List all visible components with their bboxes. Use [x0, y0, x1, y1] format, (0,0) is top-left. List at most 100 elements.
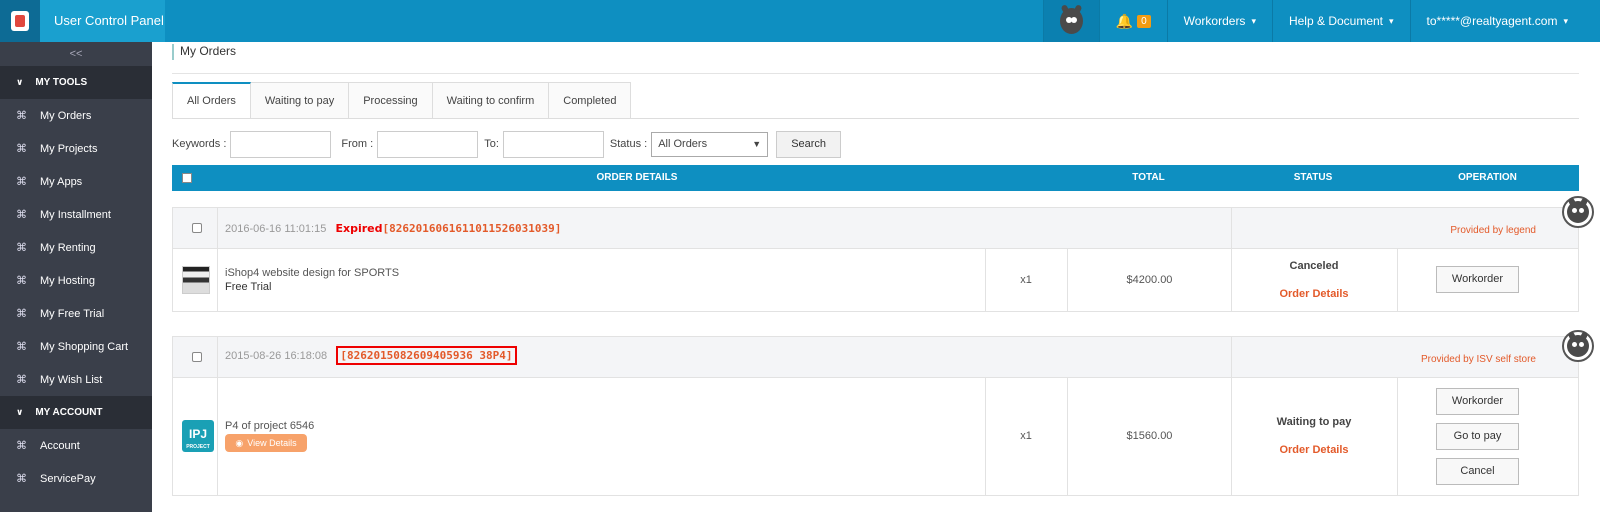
support-chat-button[interactable]	[1562, 196, 1594, 228]
order-id[interactable]: [8262016061611011526031039]	[383, 222, 562, 235]
workorders-label: Workorders	[1183, 14, 1246, 28]
keywords-input[interactable]	[230, 130, 332, 158]
cancel-button[interactable]: Cancel	[1436, 458, 1519, 485]
bell-icon: 🔔	[1115, 12, 1134, 29]
command-icon: ⌘	[16, 176, 27, 188]
sidebar-item-label: My Renting	[40, 241, 96, 254]
order-status: Canceled	[1289, 260, 1339, 272]
notifications-button[interactable]: 🔔 0	[1098, 0, 1167, 42]
app-logo[interactable]	[0, 0, 40, 42]
workorder-button[interactable]: Workorder	[1436, 388, 1519, 415]
workorders-menu[interactable]: Workorders ▾	[1166, 0, 1272, 42]
order-price: $4200.00	[1126, 274, 1173, 286]
order-provider: Provided by legend	[1450, 225, 1536, 236]
status-select[interactable]: All Orders ▼	[651, 131, 769, 157]
sidebar-item-my-shopping-cart[interactable]: ⌘ My Shopping Cart	[0, 330, 152, 363]
product-thumbnail[interactable]: IPJ PROJECT	[182, 420, 214, 452]
support-chat-button[interactable]	[1562, 330, 1594, 362]
command-icon: ⌘	[16, 275, 27, 287]
table-header: ORDER DETAILS TOTAL STATUS OPERATION	[172, 165, 1579, 191]
sidebar-item-my-installment[interactable]: ⌘ My Installment	[0, 198, 152, 231]
from-label: From :	[341, 138, 374, 150]
header-order-details: ORDER DETAILS	[596, 172, 678, 183]
notification-count: 0	[1137, 14, 1151, 28]
divider	[172, 73, 1579, 74]
main-content: My Orders All Orders Waiting to pay Proc…	[152, 42, 1600, 512]
sidebar-item-label: Account	[40, 439, 80, 452]
thumb-subtext: PROJECT	[186, 444, 210, 450]
sidebar-item-label: My Projects	[40, 142, 98, 155]
to-label: To:	[484, 138, 499, 150]
sidebar-item-my-renting[interactable]: ⌘ My Renting	[0, 231, 152, 264]
view-details-label: View Details	[247, 438, 297, 448]
from-date-input[interactable]	[377, 130, 479, 158]
sidebar-item-label: My Shopping Cart	[40, 340, 129, 353]
product-thumbnail[interactable]	[182, 266, 210, 294]
divider	[172, 118, 1579, 119]
tab-completed[interactable]: Completed	[549, 82, 632, 119]
help-label: Help & Document	[1288, 14, 1384, 28]
section-label: MY TOOLS	[35, 77, 88, 88]
product-name[interactable]: P4 of project 6546	[225, 420, 314, 432]
to-date-input[interactable]	[502, 130, 604, 158]
product-name[interactable]: iShop4 website design for SPORTS	[225, 267, 399, 279]
view-details-button[interactable]: ◉ View Details	[225, 434, 307, 452]
order-details-link[interactable]: Order Details	[1231, 444, 1397, 456]
order-qty: x1	[1020, 430, 1032, 442]
sidebar-item-my-wish-list[interactable]: ⌘ My Wish List	[0, 363, 152, 396]
account-email: to*****@realtyagent.com	[1426, 14, 1558, 28]
tab-waiting-to-pay[interactable]: Waiting to pay	[250, 82, 350, 119]
sidebar: << ∨ MY TOOLS ⌘ My Orders ⌘ My Projects ⌘ M…	[0, 42, 152, 512]
order-checkbox[interactable]	[192, 223, 202, 233]
workorder-button[interactable]: Workorder	[1436, 266, 1519, 293]
sidebar-item-my-orders[interactable]: ⌘ My Orders	[0, 99, 152, 132]
order-checkbox[interactable]	[192, 352, 202, 362]
user-avatar[interactable]	[1042, 0, 1099, 42]
logo-icon	[11, 11, 29, 31]
sidebar-item-my-projects[interactable]: ⌘ My Projects	[0, 132, 152, 165]
help-menu[interactable]: Help & Document ▾	[1271, 0, 1410, 42]
command-icon: ⌘	[16, 143, 27, 155]
sidebar-item-my-free-trial[interactable]: ⌘ My Free Trial	[0, 297, 152, 330]
sidebar-item-label: My Installment	[40, 208, 111, 221]
go-to-pay-button[interactable]: Go to pay	[1436, 423, 1519, 450]
sidebar-section-my-tools[interactable]: ∨ MY TOOLS	[0, 66, 152, 99]
account-menu[interactable]: to*****@realtyagent.com ▾	[1409, 0, 1600, 42]
sidebar-section-my-account[interactable]: ∨ MY ACCOUNT	[0, 396, 152, 429]
sidebar-item-account[interactable]: ⌘ Account	[0, 429, 152, 462]
order-id[interactable]: [8262015082609405936 38P4]	[336, 346, 517, 365]
top-bar: User Control Panel 🔔 0 Workorders ▾ Help…	[0, 0, 1600, 42]
caret-down-icon: ▼	[752, 139, 762, 149]
order-details-link[interactable]: Order Details	[1231, 288, 1397, 300]
header-status: STATUS	[1293, 172, 1333, 183]
command-icon: ⌘	[16, 209, 27, 221]
order-date: 2015-08-26 16:18:08	[225, 350, 328, 362]
order-date-line: 2016-06-16 11:01:15 Expired[826201606161…	[225, 222, 561, 235]
order-status: Waiting to pay	[1276, 416, 1352, 428]
sidebar-item-label: My Orders	[40, 109, 92, 122]
command-icon: ⌘	[16, 440, 27, 452]
command-icon: ⌘	[16, 473, 27, 485]
command-icon: ⌘	[16, 242, 27, 254]
tab-all-orders[interactable]: All Orders	[172, 82, 251, 119]
filter-bar: Keywords : From : To: Status : All Order…	[172, 130, 842, 158]
command-icon: ⌘	[16, 374, 27, 386]
chevron-down-icon: ∨	[16, 77, 24, 87]
sidebar-item-my-hosting[interactable]: ⌘ My Hosting	[0, 264, 152, 297]
sidebar-item-servicepay[interactable]: ⌘ ServicePay	[0, 462, 152, 495]
collapse-sidebar-button[interactable]: <<	[0, 42, 152, 66]
order-body: IPJ PROJECT P4 of project 6546 ◉ View De…	[173, 378, 1578, 495]
header-operation: OPERATION	[1458, 172, 1517, 183]
search-button[interactable]: Search	[776, 130, 842, 158]
status-select-value: All Orders	[658, 138, 708, 150]
panel-title: User Control Panel	[40, 0, 165, 42]
order-row: 2015-08-26 16:18:08 [8262015082609405936…	[172, 336, 1579, 496]
chevron-down-icon: ▾	[1251, 15, 1256, 26]
sidebar-item-my-apps[interactable]: ⌘ My Apps	[0, 165, 152, 198]
command-icon: ⌘	[16, 110, 27, 122]
sidebar-item-label: My Hosting	[40, 274, 96, 287]
tab-processing[interactable]: Processing	[349, 82, 433, 119]
order-status-tag: Expired	[335, 222, 383, 235]
tab-waiting-to-confirm[interactable]: Waiting to confirm	[432, 82, 550, 119]
order-body: iShop4 website design for SPORTS Free Tr…	[173, 249, 1578, 311]
